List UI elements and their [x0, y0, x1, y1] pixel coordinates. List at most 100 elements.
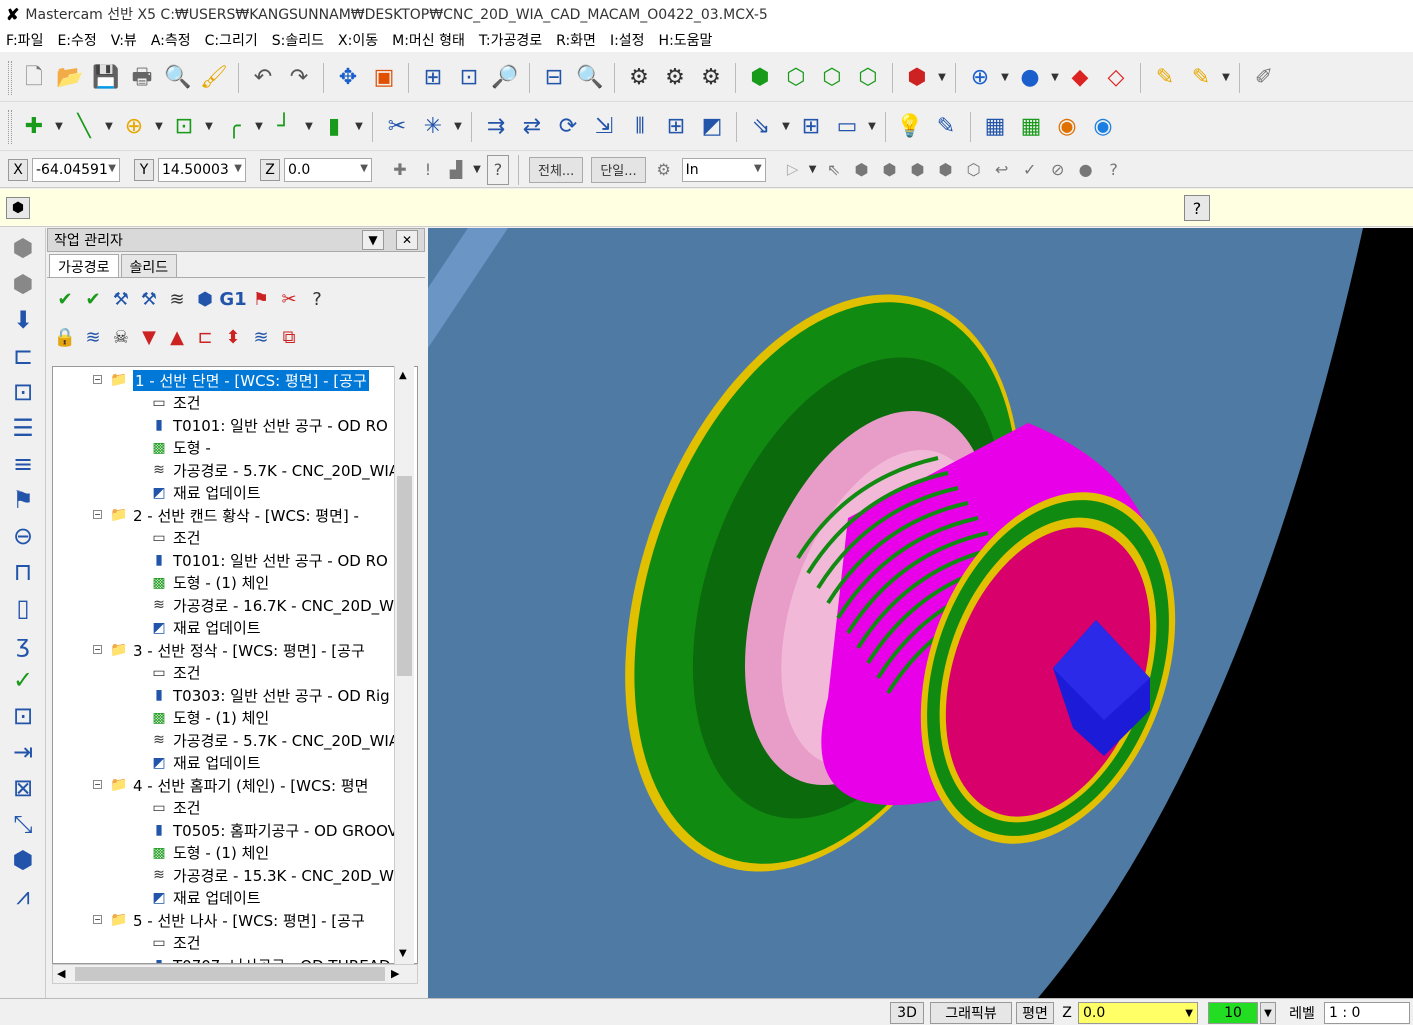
wireframe-view-icon[interactable]: ⬡: [817, 63, 847, 93]
return-icon[interactable]: ↩: [991, 155, 1013, 185]
clear-select-icon[interactable]: ⊘: [1047, 155, 1069, 185]
menu-screen[interactable]: R:화면: [556, 30, 596, 50]
print-icon[interactable]: 🖶: [127, 63, 157, 93]
delete-ops-icon[interactable]: ✂: [277, 287, 301, 313]
toggle-post-icon[interactable]: ☠: [109, 325, 133, 351]
chevron-down-icon[interactable]: ▼: [452, 112, 464, 142]
stock-check-icon[interactable]: ✓: [6, 664, 40, 696]
tree-horizontal-scrollbar[interactable]: ◀ ▶: [52, 964, 418, 984]
verify-icon[interactable]: ⚙: [624, 63, 654, 93]
chevron-down-icon[interactable]: ▼: [360, 163, 368, 174]
zoom-window-icon[interactable]: ⊡: [454, 63, 484, 93]
scale-icon[interactable]: ⇲: [589, 112, 619, 142]
alert-icon[interactable]: !: [417, 155, 439, 185]
chevron-down-icon[interactable]: ▼: [780, 112, 792, 142]
display-options-icon[interactable]: ⧉: [277, 325, 301, 351]
operation-node[interactable]: 📁 3 - 선반 정삭 - [WCS: 평면] - [공구: [109, 639, 364, 661]
translate-icon[interactable]: ⇉: [481, 112, 511, 142]
select-all-ops-icon[interactable]: ✔: [53, 287, 77, 313]
operation-node[interactable]: 📁 4 - 선반 홈파기 (체인) - [WCS: 평면: [109, 774, 368, 796]
lathe-contour-icon[interactable]: ⊓: [6, 556, 40, 588]
multi-pencil-icon[interactable]: ✎: [1186, 63, 1216, 93]
tab-toolpaths[interactable]: 가공경로: [49, 254, 119, 277]
operation-child-node[interactable]: ◩ 재료 업데이트: [149, 752, 260, 774]
backplot-ops-icon[interactable]: ≋: [165, 287, 189, 313]
toolbar-grip[interactable]: [8, 109, 12, 144]
stamp-icon[interactable]: ▟: [445, 155, 467, 185]
y-coord-label[interactable]: Y: [134, 158, 154, 181]
lathe-drill-icon[interactable]: ⬇: [6, 304, 40, 336]
operation-child-node[interactable]: ◩ 재료 업데이트: [149, 617, 260, 639]
stock-view-icon[interactable]: ⊡: [6, 700, 40, 732]
save-icon[interactable]: 💾: [91, 63, 121, 93]
sphere-icon[interactable]: ●: [1015, 63, 1045, 93]
verify-select-icon[interactable]: ⚙: [653, 155, 675, 185]
chamfer-icon[interactable]: ┘: [269, 112, 299, 142]
chevron-down-icon[interactable]: ▼: [362, 230, 384, 250]
graphics-viewport[interactable]: [428, 228, 1413, 998]
face-select-icon[interactable]: ⬢: [879, 155, 901, 185]
chevron-down-icon[interactable]: ▼: [1185, 1008, 1193, 1019]
fillet-icon[interactable]: ╭: [219, 112, 249, 142]
collapse-toggle-icon[interactable]: −: [93, 780, 102, 789]
chevron-up-icon[interactable]: ▲: [399, 370, 407, 381]
gview-icon[interactable]: ⊕: [965, 63, 995, 93]
lathe-circle-icon[interactable]: ⊖: [6, 520, 40, 552]
operation-child-node[interactable]: ▮ T0101: 일반 선반 공구 - OD RO: [149, 414, 388, 436]
blue-circle-icon[interactable]: ◉: [1088, 112, 1118, 142]
help-select-icon[interactable]: ?: [1103, 155, 1125, 185]
chevron-down-icon[interactable]: ▼: [203, 112, 215, 142]
simulate-icon[interactable]: ⚙: [696, 63, 726, 93]
drag-icon[interactable]: ⇘: [746, 112, 776, 142]
operation-child-node[interactable]: ▩ 도형 -: [149, 437, 210, 459]
check-select-icon[interactable]: ✓: [1019, 155, 1041, 185]
chevron-down-icon[interactable]: ▼: [153, 112, 165, 142]
help-icon[interactable]: ?: [487, 154, 509, 185]
select-all-button[interactable]: 전체...: [529, 156, 584, 183]
ribbon-toggle-icon[interactable]: ⬢: [6, 197, 30, 219]
chevron-down-icon[interactable]: ▼: [303, 112, 315, 142]
hint-icon[interactable]: 🖌: [199, 63, 229, 93]
operation-child-node[interactable]: ▭ 조건: [149, 797, 200, 819]
spring-icon[interactable]: ʒ: [6, 628, 40, 660]
sphere-select-icon[interactable]: ●: [1075, 155, 1097, 185]
fit-icon[interactable]: ⊞: [418, 63, 448, 93]
chuck-icon[interactable]: ⬢: [6, 844, 40, 876]
z-coord-input[interactable]: 0.0 ▼: [284, 157, 372, 182]
operation-child-node[interactable]: ▭ 조건: [149, 662, 200, 684]
offset-icon[interactable]: ⫴: [625, 112, 655, 142]
rectangle-create-icon[interactable]: ⊡: [169, 112, 199, 142]
operation-child-node[interactable]: ≋ 가공경로 - 5.7K - CNC_20D_WIA: [149, 459, 399, 481]
only-display-icon[interactable]: ≋: [249, 325, 273, 351]
insert-arrow-icon[interactable]: ⊏: [193, 325, 217, 351]
level-input[interactable]: 10: [1208, 1002, 1258, 1024]
chevron-down-icon[interactable]: ▼: [807, 155, 819, 185]
operation-child-node[interactable]: ▭ 조건: [149, 392, 200, 414]
circle-create-icon[interactable]: ⊕: [119, 112, 149, 142]
operation-child-node[interactable]: ≋ 가공경로 - 15.3K - CNC_20D_W: [149, 864, 394, 886]
chevron-down-icon[interactable]: ▼: [866, 112, 878, 142]
select-dirty-ops-icon[interactable]: ✔: [81, 287, 105, 313]
menu-machine-type[interactable]: M:머신 형태: [392, 30, 465, 50]
collapse-toggle-icon[interactable]: −: [93, 375, 102, 384]
mirror-icon[interactable]: ⇄: [517, 112, 547, 142]
loop-select-icon[interactable]: ⬡: [963, 155, 985, 185]
stock-model-icon[interactable]: ⊠: [6, 772, 40, 804]
operation-child-node[interactable]: ▮ T0303: 일반 선반 공구 - OD Rig: [149, 684, 390, 706]
pan-icon[interactable]: ✥: [333, 63, 363, 93]
x-coord-input[interactable]: -64.04591 ▼: [32, 157, 120, 182]
menu-help[interactable]: H:도움말: [659, 30, 713, 50]
point-create-icon[interactable]: ✚: [19, 112, 49, 142]
menu-solids[interactable]: S:솔리드: [272, 30, 324, 50]
chevron-down-icon[interactable]: ▼: [353, 112, 365, 142]
dimension-icon[interactable]: ✐: [1249, 63, 1279, 93]
shaded-edges-view-icon[interactable]: ⬡: [853, 63, 883, 93]
operation-node[interactable]: 📁 1 - 선반 단면 - [WCS: 평면] - [공구: [109, 369, 369, 391]
line-create-icon[interactable]: ╲: [69, 112, 99, 142]
level-label[interactable]: 레벨: [1282, 1002, 1322, 1024]
operation-child-node[interactable]: ◩ 재료 업데이트: [149, 887, 260, 909]
post-ops-icon[interactable]: G1: [219, 287, 246, 313]
chevron-down-icon[interactable]: ▼: [253, 112, 265, 142]
operation-child-node[interactable]: ▩ 도형 - (1) 체인: [149, 572, 269, 594]
3d-mode-button[interactable]: 3D: [890, 1002, 924, 1024]
